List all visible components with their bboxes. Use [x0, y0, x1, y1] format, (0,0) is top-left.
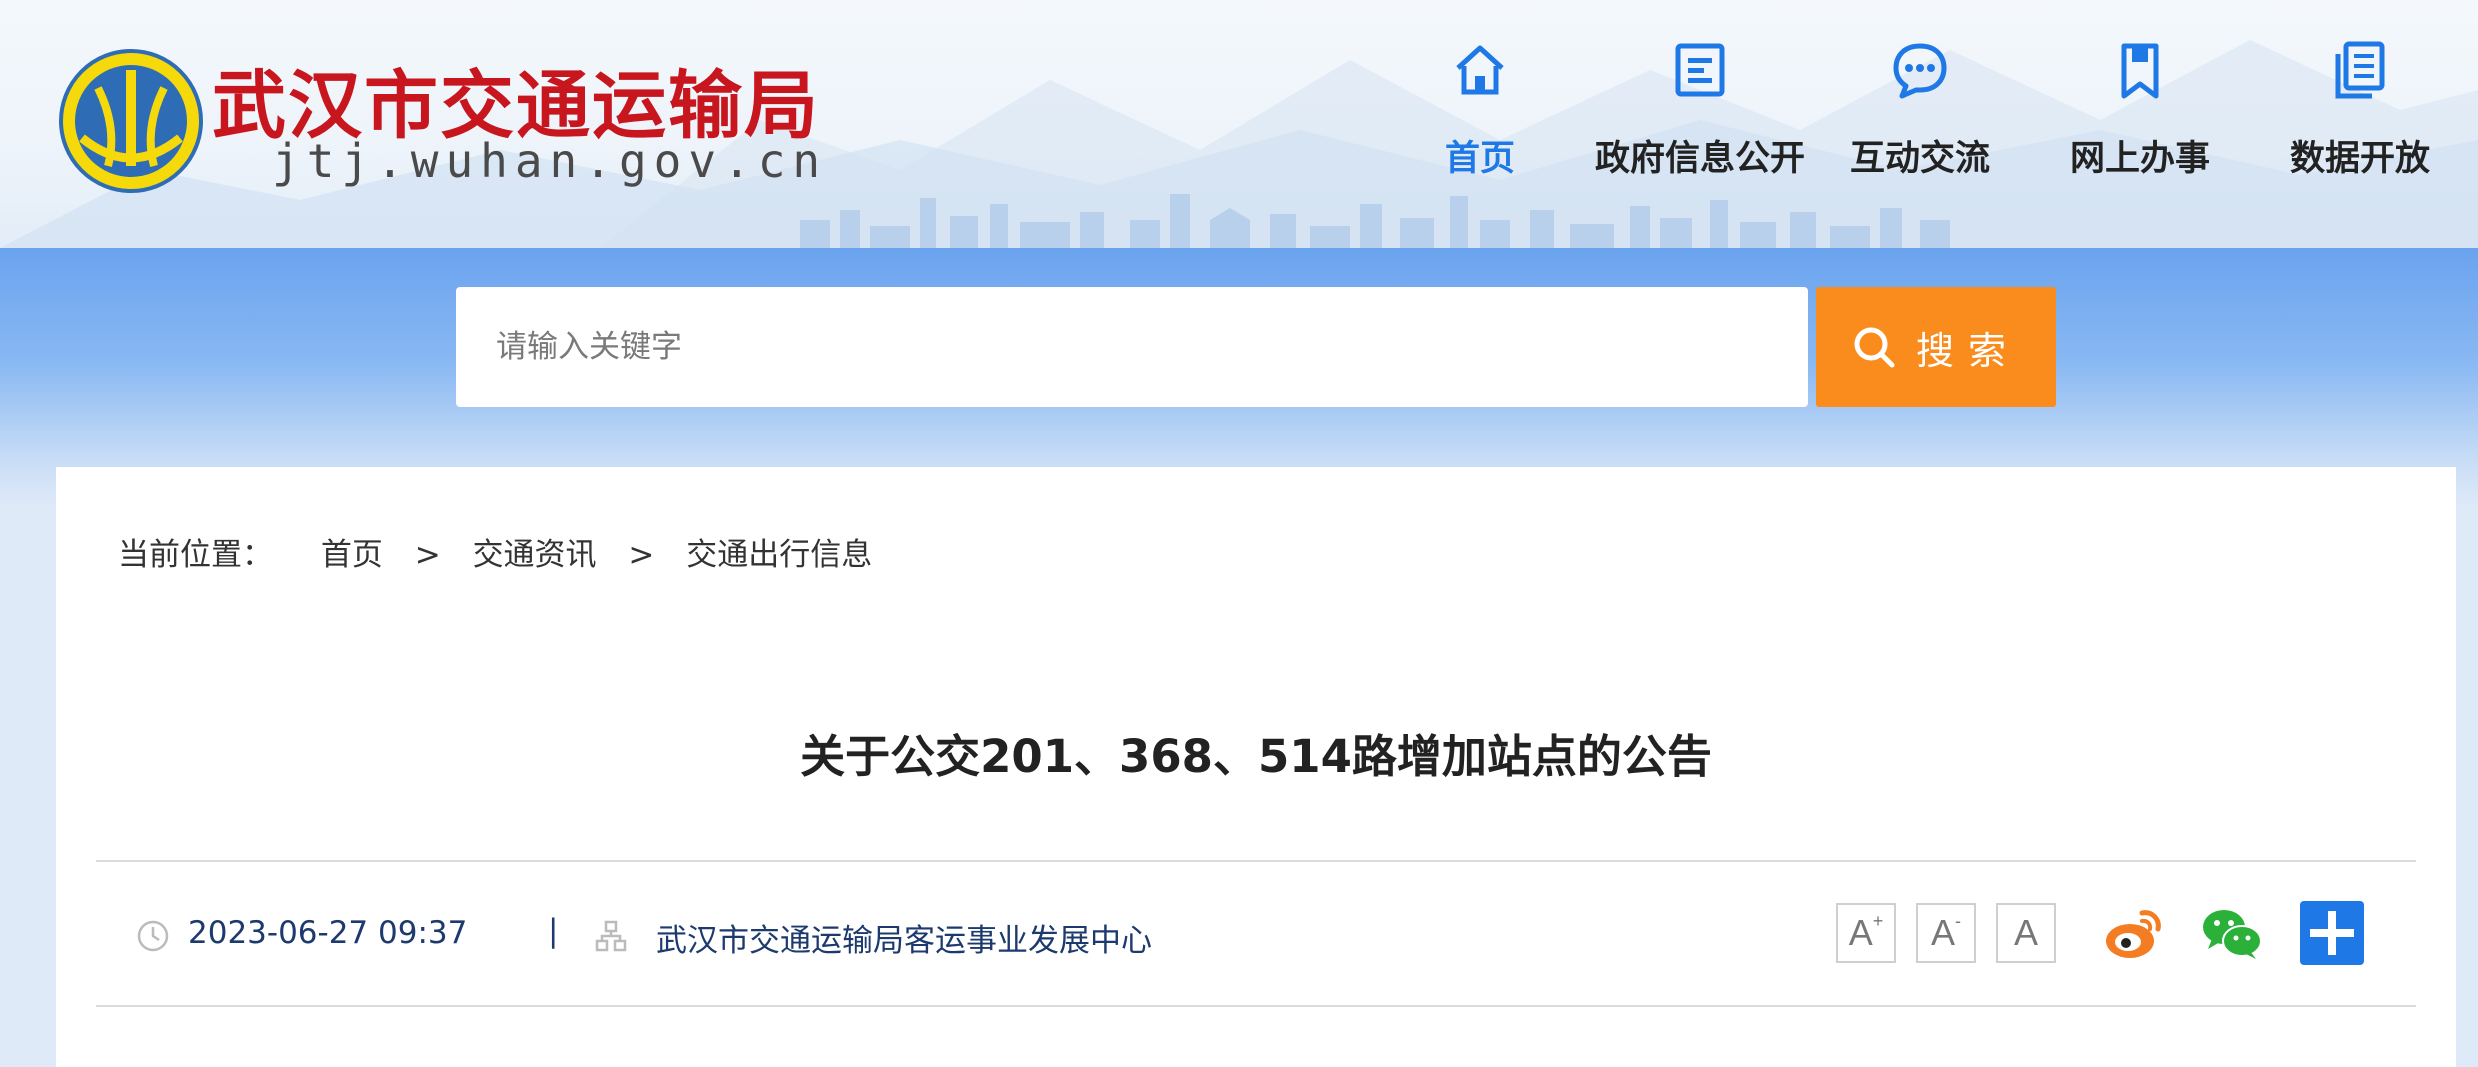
- search-icon: [1854, 327, 1895, 368]
- wuhan-emblem-icon: [59, 49, 203, 193]
- nav-item-online-service[interactable]: 网上办事: [2030, 40, 2250, 200]
- font-increase-button[interactable]: A+: [1836, 903, 1896, 963]
- weibo-icon[interactable]: [2102, 901, 2166, 965]
- search-button[interactable]: 搜索: [1816, 287, 2056, 407]
- publish-date: 2023-06-27 09:37: [188, 915, 468, 951]
- search-button-label: 搜索: [1915, 330, 2020, 373]
- breadcrumb-item-home[interactable]: 首页: [321, 529, 383, 574]
- share-more-icon[interactable]: [2300, 901, 2364, 965]
- content-card: 当前位置： 首页 > 交通资讯 > 交通出行信息 关于公交201、368、514…: [56, 467, 2456, 1067]
- font-reset-label: A: [2013, 912, 2038, 953]
- nav-label-open-data: 数据开放: [2289, 139, 2430, 179]
- search-input[interactable]: [456, 287, 1808, 407]
- meta-separator: |: [548, 913, 559, 949]
- breadcrumb: 当前位置： 首页 > 交通资讯 > 交通出行信息: [118, 529, 872, 574]
- font-increase-mark: +: [1872, 911, 1884, 931]
- nav-label-interaction: 互动交流: [1849, 139, 1990, 179]
- clock-icon: [137, 920, 169, 952]
- main-nav: 首页 政府信息公开 互动交流 网上办事 数据开放: [1370, 40, 2450, 200]
- font-increase-label: A: [1848, 912, 1873, 953]
- font-decrease-label: A: [1930, 912, 1955, 953]
- nav-item-open-data[interactable]: 数据开放: [2250, 40, 2470, 200]
- divider-bottom: [96, 1005, 2416, 1007]
- site-domain: jtj.wuhan.gov.cn: [272, 134, 828, 188]
- nav-label-gov-info: 政府信息公开: [1594, 139, 1805, 179]
- chat-bubble-icon: [1893, 43, 1947, 99]
- publisher-source: 武汉市交通运输局客运事业发展中心: [656, 923, 1152, 959]
- wechat-icon[interactable]: [2200, 901, 2264, 965]
- breadcrumb-separator: >: [414, 537, 441, 573]
- nav-item-home[interactable]: 首页: [1370, 40, 1590, 200]
- divider-top: [96, 860, 2416, 862]
- city-skyline: [800, 194, 1950, 248]
- breadcrumb-item-traffic-news[interactable]: 交通资讯: [473, 529, 597, 574]
- breadcrumb-separator: >: [628, 537, 655, 573]
- breadcrumb-prefix: 当前位置：: [118, 537, 273, 573]
- font-reset-button[interactable]: A: [1996, 903, 2056, 963]
- site-header: 武汉市交通运输局 jtj.wuhan.gov.cn 首页 政府信息公开 互动交流…: [0, 0, 2478, 248]
- data-files-icon: [2335, 41, 2385, 99]
- document-icon: [1675, 43, 1725, 97]
- font-decrease-mark: -: [1955, 911, 1961, 931]
- bookmark-icon: [2121, 43, 2159, 99]
- home-icon: [1456, 45, 1504, 95]
- nav-label-home: 首页: [1444, 139, 1515, 179]
- nav-item-gov-info[interactable]: 政府信息公开: [1590, 40, 1810, 200]
- nav-label-online-service: 网上办事: [2069, 139, 2210, 179]
- article-meta: 2023-06-27 09:37 | 武汉市交通运输局客运事业发展中心 A+ A…: [136, 901, 2416, 967]
- article-title: 关于公交201、368、514路增加站点的公告: [800, 730, 1712, 783]
- font-decrease-button[interactable]: A-: [1916, 903, 1976, 963]
- organization-icon: [595, 920, 627, 952]
- nav-item-interaction[interactable]: 互动交流: [1810, 40, 2030, 200]
- breadcrumb-item-travel-info[interactable]: 交通出行信息: [686, 529, 872, 574]
